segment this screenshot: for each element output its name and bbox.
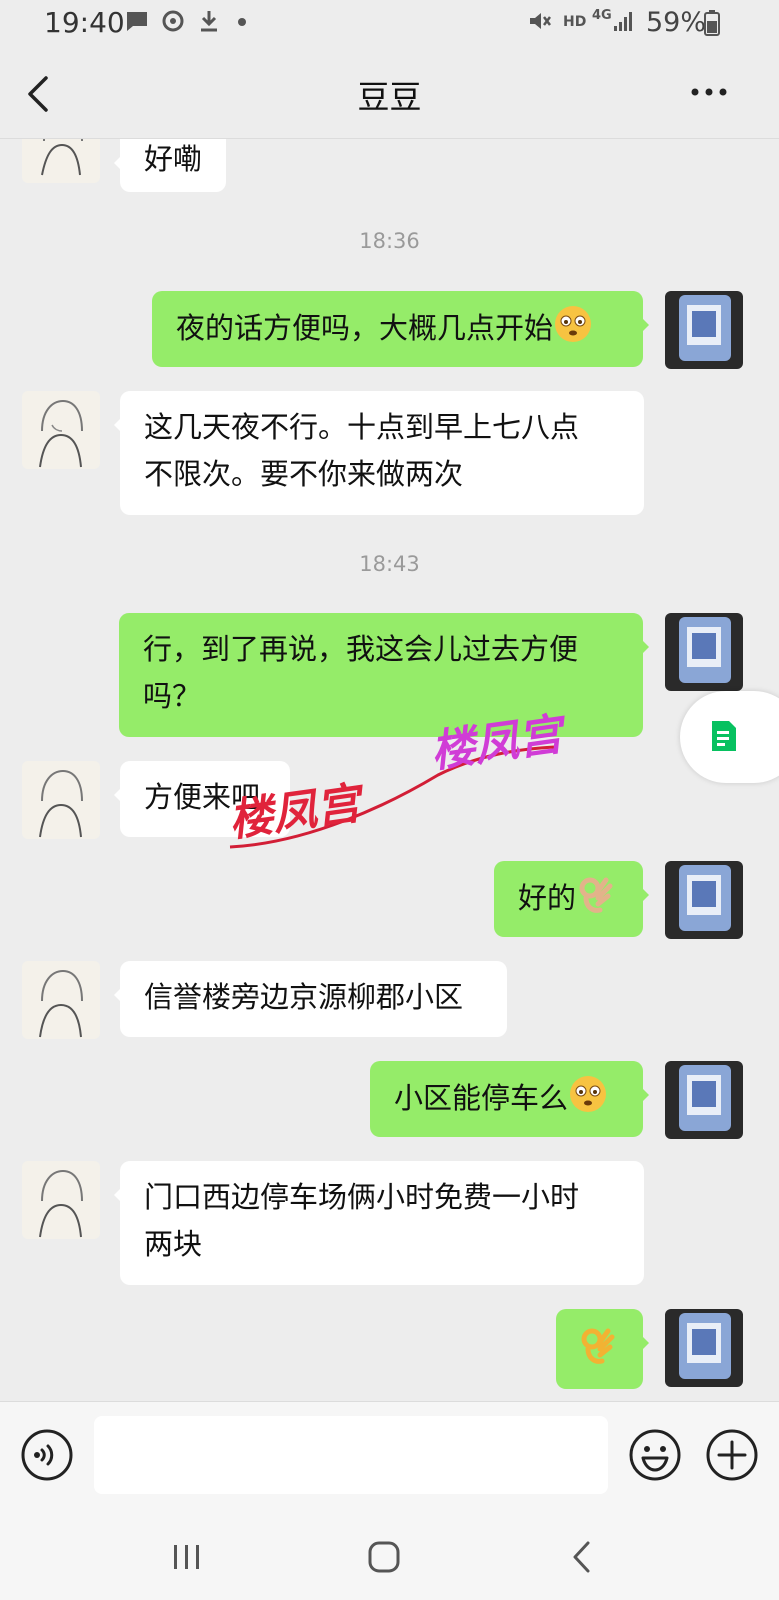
network-label: 4G [592,8,612,23]
message-text: 小区能停车么 [394,1081,569,1115]
outgoing-message[interactable] [556,1309,649,1389]
chat-header: 豆豆 [0,50,779,139]
message-line: 两块 [144,1227,203,1261]
message-line: 门口西边停车场俩小时免费一小时 [144,1180,580,1214]
incoming-message[interactable]: 这几天夜不行。十点到早上七八点 不限次。要不你来做两次 [114,391,644,515]
contact-avatar[interactable] [22,139,100,183]
voice-input-icon[interactable] [20,1428,74,1482]
message-line: 不限次。要不你来做两次 [144,457,464,491]
ok-hand-icon [581,1328,615,1364]
add-more-icon[interactable] [705,1428,759,1482]
message-notification-icon [127,12,147,31]
battery-icon [704,10,720,36]
message-line: 行，到了再说，我这会儿过去方便 [143,632,579,666]
my-avatar[interactable] [665,861,743,939]
download-icon [201,11,217,32]
incoming-message[interactable]: 门口西边停车场俩小时免费一小时 两块 [114,1161,644,1285]
ok-hand-icon [579,877,613,913]
outgoing-message[interactable]: 行，到了再说，我这会儿过去方便 吗？ [119,613,649,737]
status-bar: 19:40 HD 4G 59% [0,0,779,50]
outgoing-message[interactable]: 好的 [494,861,649,937]
emoji-picker-icon[interactable] [628,1428,682,1482]
floating-doc-button[interactable] [680,691,779,783]
contact-avatar[interactable] [22,391,100,469]
outgoing-message[interactable]: 夜的话方便吗，大概几点开始 [152,291,649,367]
hd-label: HD [563,14,587,30]
battery-percent: 59% [646,7,707,38]
timestamp: 18:43 [359,552,420,576]
message-text: 好嘞 [144,142,203,176]
flushed-face-icon [555,306,592,342]
my-avatar[interactable] [665,1061,743,1139]
my-avatar[interactable] [665,291,743,369]
chat-title: 豆豆 [357,78,422,116]
message-text: 夜的话方便吗，大概几点开始 [176,311,554,345]
contact-avatar[interactable] [22,961,100,1039]
system-back-icon[interactable] [570,1539,594,1575]
incoming-message[interactable]: 好嘞 [113,139,227,192]
message-line: 这几天夜不行。十点到早上七八点 [144,410,580,444]
message-input[interactable] [94,1416,608,1494]
input-bar [0,1401,779,1520]
my-avatar[interactable] [665,613,743,691]
my-avatar[interactable] [665,1309,743,1387]
status-time: 19:40 [44,6,125,39]
outgoing-message[interactable]: 小区能停车么 [370,1061,649,1137]
message-text: 好的 [518,881,577,915]
timestamp: 18:36 [359,229,420,253]
signal-icon [614,12,632,31]
contact-avatar[interactable] [22,761,100,839]
home-icon[interactable] [366,1539,402,1575]
message-text: 信誉楼旁边京源柳郡小区 [144,980,464,1014]
sync-notification-icon [162,10,184,32]
dot-icon [238,18,246,26]
incoming-message[interactable]: 信誉楼旁边京源柳郡小区 [114,961,507,1037]
flushed-face-icon [570,1076,607,1112]
contact-avatar[interactable] [22,1161,100,1239]
message-list[interactable]: 好嘞 18:36 夜的话方便吗，大概几点开始 这几天夜不行。十点到早上七八点 不… [0,139,779,1401]
recent-apps-icon[interactable] [170,1541,204,1573]
system-navigation-bar [0,1519,779,1600]
mute-icon [530,13,551,29]
more-options-icon[interactable] [690,86,730,98]
document-icon [712,721,736,751]
